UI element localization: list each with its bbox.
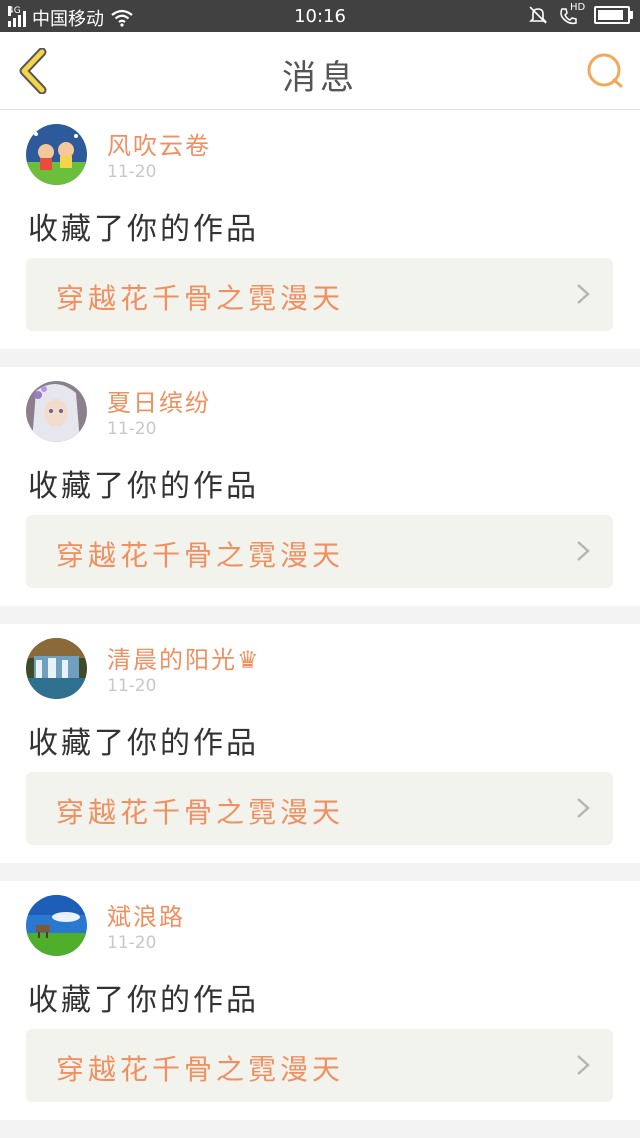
hd-call-icon: HD	[558, 2, 586, 25]
work-link[interactable]: 穿越花千骨之霓漫天	[26, 772, 613, 845]
hd-label: HD	[570, 2, 586, 13]
work-title: 穿越花千骨之霓漫天	[56, 796, 345, 829]
chevron-right-icon	[577, 1055, 590, 1075]
battery-fill	[598, 10, 623, 20]
message-card: 风吹云卷 11-20 收藏了你的作品 穿越花千骨之霓漫天	[0, 110, 640, 349]
message-date: 11-20	[107, 162, 157, 182]
status-bar: 4G 中国移动 10:16 HD	[0, 0, 640, 32]
work-title: 穿越花千骨之霓漫天	[56, 539, 345, 572]
username[interactable]: 清晨的阳光♛	[107, 640, 261, 675]
message-card: 夏日缤纷 11-20 收藏了你的作品 穿越花千骨之霓漫天	[0, 367, 640, 606]
action-text: 收藏了你的作品	[28, 212, 259, 247]
work-title: 穿越花千骨之霓漫天	[56, 282, 345, 315]
status-right: HD	[528, 2, 633, 25]
work-title: 穿越花千骨之霓漫天	[56, 1053, 345, 1086]
username[interactable]: 斌浪路	[107, 897, 185, 932]
message-date: 11-20	[107, 676, 157, 696]
work-link[interactable]: 穿越花千骨之霓漫天	[26, 1029, 613, 1102]
avatar[interactable]	[26, 638, 87, 699]
message-list: 风吹云卷 11-20 收藏了你的作品 穿越花千骨之霓漫天 夏日缤纷 11-20 …	[0, 110, 640, 1138]
page-title: 消息	[282, 58, 358, 98]
chevron-right-icon	[577, 798, 590, 818]
work-link[interactable]: 穿越花千骨之霓漫天	[26, 515, 613, 588]
chevron-right-icon	[577, 284, 590, 304]
message-date: 11-20	[107, 419, 157, 439]
username[interactable]: 风吹云卷	[107, 126, 211, 161]
action-text: 收藏了你的作品	[28, 983, 259, 1018]
work-link[interactable]: 穿越花千骨之霓漫天	[26, 258, 613, 331]
avatar[interactable]	[26, 895, 87, 956]
avatar[interactable]	[26, 124, 87, 185]
nav-header: 消息	[0, 32, 640, 110]
message-card: 斌浪路 11-20 收藏了你的作品 穿越花千骨之霓漫天	[0, 881, 640, 1120]
message-date: 11-20	[107, 933, 157, 953]
avatar[interactable]	[26, 381, 87, 442]
bell-muted-icon	[529, 6, 547, 24]
action-text: 收藏了你的作品	[28, 469, 259, 504]
search-icon[interactable]	[584, 50, 626, 92]
message-card: 清晨的阳光♛ 11-20 收藏了你的作品 穿越花千骨之霓漫天	[0, 624, 640, 863]
username[interactable]: 夏日缤纷	[107, 383, 211, 418]
battery-icon	[594, 6, 633, 24]
chevron-right-icon	[577, 541, 590, 561]
action-text: 收藏了你的作品	[28, 726, 259, 761]
